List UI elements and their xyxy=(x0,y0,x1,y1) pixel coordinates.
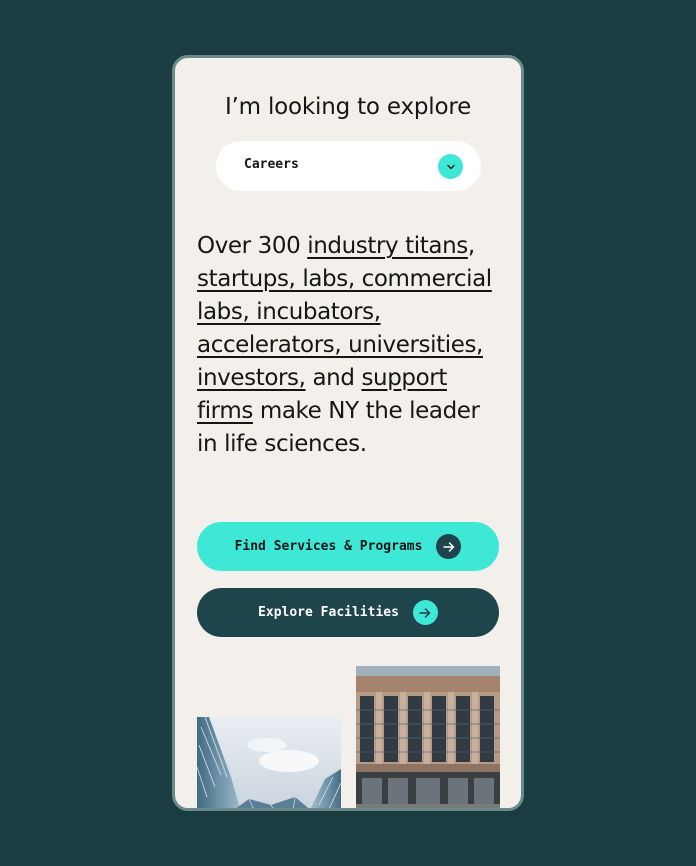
explore-facilities-button[interactable]: Explore Facilities xyxy=(197,588,499,637)
explore-select[interactable]: Careers xyxy=(216,141,481,191)
brick-building-photo xyxy=(356,666,500,808)
arrow-right-icon xyxy=(412,600,438,625)
intro-text-1: Over 300 xyxy=(197,233,308,259)
explore-heading: I’m looking to explore xyxy=(224,94,472,120)
arrow-right-icon xyxy=(436,534,462,559)
find-services-button[interactable]: Find Services & Programs xyxy=(197,522,499,571)
glass-building-photo xyxy=(197,717,341,808)
find-services-label: Find Services & Programs xyxy=(234,539,423,554)
explore-facilities-label: Explore Facilities xyxy=(258,605,399,620)
phone-frame: I’m looking to explore Careers Over 300 … xyxy=(172,55,524,811)
intro-paragraph: Over 300 industry titans, startups, labs… xyxy=(197,230,503,461)
industry-titans-link[interactable]: industry titans xyxy=(307,233,468,259)
intro-text-3: and xyxy=(305,365,362,391)
chevron-down-icon xyxy=(438,154,463,179)
intro-text-2: , xyxy=(467,233,475,259)
select-value: Careers xyxy=(244,157,299,172)
